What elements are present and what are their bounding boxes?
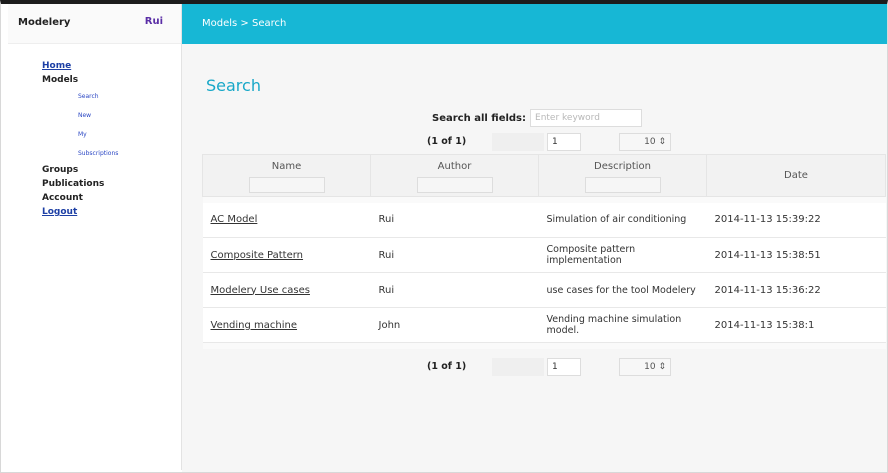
page-count: (1 of 1)	[427, 361, 467, 372]
sidebar-item-publications[interactable]: Publications	[42, 177, 181, 191]
user-name[interactable]: Rui	[145, 16, 163, 27]
sidebar-item-my[interactable]: My	[42, 125, 181, 144]
model-link[interactable]: AC Model	[211, 214, 258, 225]
date-cell: 2014-11-13 15:39:22	[706, 202, 886, 238]
description-cell: use cases for the tool Modelery	[538, 272, 707, 308]
table-row: Vending machine John Vending machine sim…	[202, 307, 886, 343]
pager-spacer	[492, 358, 544, 376]
app-brand: Modelery	[18, 17, 71, 28]
breadcrumb: Models > Search	[202, 18, 287, 29]
page-count: (1 of 1)	[427, 136, 467, 147]
sidebar-header: Modelery Rui	[8, 4, 181, 44]
results-table: Name Author Description Date AC Model Ru…	[202, 154, 886, 349]
column-label-description: Description	[594, 161, 651, 172]
sidebar-item-models[interactable]: Models	[42, 73, 181, 87]
sidebar-item-account[interactable]: Account	[42, 191, 181, 205]
description-filter-input[interactable]	[584, 177, 661, 193]
sidebar: Modelery Rui Home Models Search New My S…	[8, 4, 182, 470]
model-link[interactable]: Modelery Use cases	[211, 285, 310, 296]
column-label-date: Date	[784, 170, 808, 181]
column-header-description[interactable]: Description	[538, 154, 707, 197]
column-header-name[interactable]: Name	[202, 154, 371, 197]
description-cell: Simulation of air conditioning	[538, 202, 707, 238]
model-link[interactable]: Composite Pattern	[211, 250, 304, 261]
page-number-field[interactable]: 1	[547, 358, 581, 376]
author-cell: Rui	[370, 202, 539, 238]
pager-bottom: (1 of 1) 1 10 ⇕	[182, 358, 887, 376]
sidebar-item-search[interactable]: Search	[42, 87, 181, 106]
date-cell: 2014-11-13 15:38:51	[706, 237, 886, 273]
pager-spacer	[492, 133, 544, 151]
column-header-author[interactable]: Author	[370, 154, 539, 197]
column-label-name: Name	[271, 161, 302, 172]
author-cell: Rui	[370, 237, 539, 273]
description-cell: Composite pattern implementation	[538, 237, 707, 273]
page-title: Search	[206, 76, 261, 95]
sidebar-item-subscriptions[interactable]: Subscriptions	[42, 144, 181, 163]
sidebar-item-home[interactable]: Home	[42, 59, 181, 73]
page-number-field[interactable]: 1	[547, 133, 581, 151]
sidebar-item-groups[interactable]: Groups	[42, 163, 181, 177]
table-header-row: Name Author Description Date	[202, 154, 886, 197]
table-row: Composite Pattern Rui Composite pattern …	[202, 237, 886, 273]
search-bar: Search all fields:	[432, 109, 643, 127]
column-label-author: Author	[437, 161, 472, 172]
pager-top: (1 of 1) 1 10 ⇕	[182, 133, 887, 151]
table-row: AC Model Rui Simulation of air condition…	[202, 202, 886, 238]
date-cell: 2014-11-13 15:38:1	[706, 307, 886, 343]
search-input[interactable]	[530, 109, 643, 127]
author-cell: John	[370, 307, 539, 343]
main-content: Search Search all fields: (1 of 1) 1 10 …	[182, 44, 887, 472]
column-header-date[interactable]: Date	[706, 154, 886, 197]
sidebar-item-new[interactable]: New	[42, 106, 181, 125]
date-cell: 2014-11-13 15:36:22	[706, 272, 886, 308]
sidebar-nav: Home Models Search New My Subscriptions …	[8, 44, 181, 219]
author-filter-input[interactable]	[416, 177, 493, 193]
rows-per-page-select[interactable]: 10 ⇕	[619, 358, 671, 376]
description-cell: Vending machine simulation model.	[538, 307, 707, 343]
model-link[interactable]: Vending machine	[211, 320, 298, 331]
table-spacer-row	[202, 342, 886, 349]
author-cell: Rui	[370, 272, 539, 308]
name-filter-input[interactable]	[248, 177, 325, 193]
top-bar: Models > Search	[182, 4, 887, 44]
table-row: Modelery Use cases Rui use cases for the…	[202, 272, 886, 308]
search-label: Search all fields:	[432, 112, 527, 124]
sidebar-item-logout[interactable]: Logout	[42, 205, 181, 219]
rows-per-page-select[interactable]: 10 ⇕	[619, 133, 671, 151]
